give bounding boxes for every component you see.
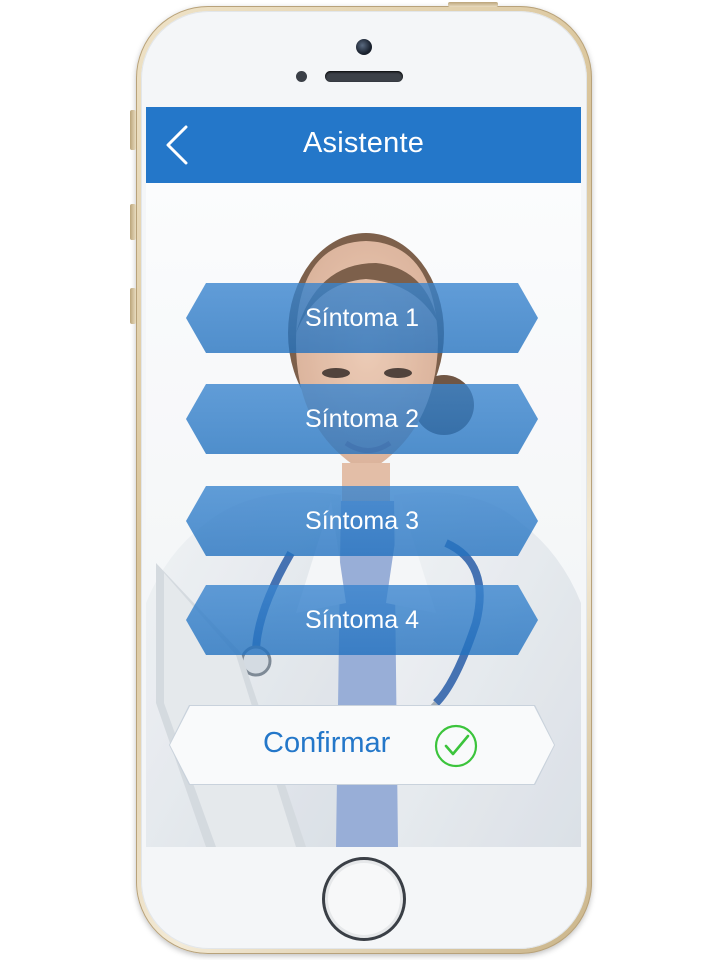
volume-down-button [130,288,136,324]
proximity-sensor [296,71,307,82]
symptom-2-button[interactable]: Síntoma 2 [186,384,538,454]
symptom-1-button[interactable]: Síntoma 1 [186,283,538,353]
back-button[interactable] [160,123,200,167]
top-app-bar: Asistente [146,107,581,183]
home-button[interactable] [322,857,406,941]
page-title: Asistente [302,127,425,159]
confirm-button-face: Confirmar [170,706,554,784]
earpiece-speaker [325,71,403,82]
volume-up-button [130,204,136,240]
chevron-left-icon [166,125,188,165]
power-button [448,2,498,7]
mute-switch [130,110,136,150]
symptom-3-button[interactable]: Síntoma 3 [186,486,538,556]
symptom-4-label: Síntoma 4 [305,606,419,634]
symptom-2-label: Síntoma 2 [305,405,419,433]
app-screen: Asistente Síntoma 1 Síntoma 2 Síntoma 3 … [146,107,581,847]
symptom-4-button[interactable]: Síntoma 4 [186,585,538,655]
confirm-label: Confirmar [263,727,391,759]
symptom-3-label: Síntoma 3 [305,507,419,535]
confirm-button[interactable]: Confirmar [169,705,555,785]
check-circle-icon [434,724,478,768]
symptom-1-label: Síntoma 1 [305,304,419,332]
front-camera [356,39,372,55]
